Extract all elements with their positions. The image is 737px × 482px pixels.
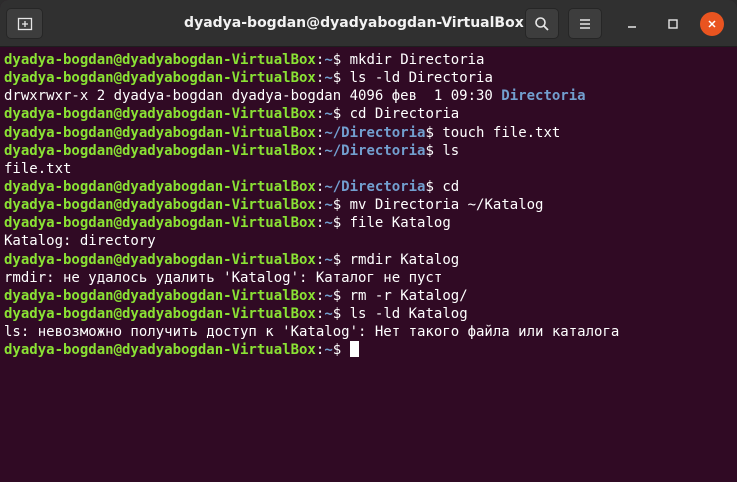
prompt-line: dyadya-bogdan@dyadyabogdan-VirtualBox:~$… xyxy=(4,105,737,123)
prompt-path: ~ xyxy=(324,342,333,359)
prompt-dollar: $ xyxy=(332,215,342,232)
output-line: Katalog: directory xyxy=(4,232,737,250)
prompt-path: ~/Directoria xyxy=(324,178,426,195)
prompt-dollar: $ xyxy=(332,251,342,268)
prompt-line: dyadya-bogdan@dyadyabogdan-VirtualBox:~$… xyxy=(4,69,737,87)
minimize-icon xyxy=(628,26,636,28)
new-tab-icon xyxy=(17,17,32,30)
prompt-path: ~/Directoria xyxy=(324,124,426,141)
prompt-user: dyadya-bogdan@dyadyabogdan-VirtualBox xyxy=(4,178,316,195)
prompt-path: ~ xyxy=(324,305,333,322)
prompt-dollar: $ xyxy=(425,124,434,141)
command-text: mv Directoria ~/Katalog xyxy=(341,197,544,214)
prompt-path: ~ xyxy=(324,70,333,87)
prompt-line: dyadya-bogdan@dyadyabogdan-VirtualBox:~$… xyxy=(4,305,737,323)
command-text: ls -ld Katalog xyxy=(341,305,468,322)
search-button[interactable] xyxy=(525,8,559,39)
output-text: file.txt xyxy=(4,160,72,177)
prompt-user: dyadya-bogdan@dyadyabogdan-VirtualBox xyxy=(4,215,316,232)
prompt-dollar: $ xyxy=(425,142,434,159)
hamburger-menu-icon xyxy=(580,18,590,29)
output-text: drwxrwxr-x 2 dyadya-bogdan dyadya-bogdan… xyxy=(4,88,502,105)
maximize-icon xyxy=(668,19,678,29)
prompt-line: dyadya-bogdan@dyadyabogdan-VirtualBox:~$… xyxy=(4,196,737,214)
prompt-user: dyadya-bogdan@dyadyabogdan-VirtualBox xyxy=(4,287,316,304)
command-text: mkdir Directoria xyxy=(341,52,485,68)
prompt-user: dyadya-bogdan@dyadyabogdan-VirtualBox xyxy=(4,342,316,359)
maximize-button[interactable] xyxy=(661,12,685,36)
output-text: ls: невозможно получить доступ к 'Katalo… xyxy=(4,324,620,341)
output-text: Katalog: directory xyxy=(4,233,156,250)
new-tab-button[interactable] xyxy=(6,8,43,39)
prompt-user: dyadya-bogdan@dyadyabogdan-VirtualBox xyxy=(4,52,316,68)
prompt-dollar: $ xyxy=(332,106,342,123)
prompt-dollar: $ xyxy=(332,197,342,214)
prompt-line: dyadya-bogdan@dyadyabogdan-VirtualBox:~$… xyxy=(4,214,737,232)
terminal-window: dyadya-bogdan@dyadyabogdan-VirtualBox: ~ xyxy=(0,0,737,482)
close-icon xyxy=(708,20,716,28)
command-text: cd xyxy=(433,178,460,195)
prompt-dollar: $ xyxy=(332,287,342,304)
search-icon xyxy=(535,16,549,31)
prompt-line: dyadya-bogdan@dyadyabogdan-VirtualBox:~$… xyxy=(4,251,737,269)
prompt-user: dyadya-bogdan@dyadyabogdan-VirtualBox xyxy=(4,251,316,268)
prompt-user: dyadya-bogdan@dyadyabogdan-VirtualBox xyxy=(4,124,316,141)
close-button[interactable] xyxy=(700,12,724,36)
window-title: dyadya-bogdan@dyadyabogdan-VirtualBox: ~ xyxy=(184,15,546,31)
output-line: ls: невозможно получить доступ к 'Katalo… xyxy=(4,323,737,341)
command-text: rmdir Katalog xyxy=(341,251,460,268)
prompt-dollar: $ xyxy=(332,342,342,359)
prompt-path: ~/Directoria xyxy=(324,142,426,159)
prompt-path: ~ xyxy=(324,52,333,68)
prompt-path: ~ xyxy=(324,215,333,232)
prompt-dollar: $ xyxy=(332,52,342,68)
prompt-user: dyadya-bogdan@dyadyabogdan-VirtualBox xyxy=(4,106,316,123)
command-text: cd Directoria xyxy=(341,106,460,123)
command-text: ls -ld Directoria xyxy=(341,70,493,87)
command-text: rm -r Katalog/ xyxy=(341,287,468,304)
prompt-dollar: $ xyxy=(332,70,342,87)
prompt-dollar: $ xyxy=(425,178,434,195)
prompt-path: ~ xyxy=(324,106,333,123)
prompt-line: dyadya-bogdan@dyadyabogdan-VirtualBox:~$… xyxy=(4,51,737,69)
prompt-user: dyadya-bogdan@dyadyabogdan-VirtualBox xyxy=(4,142,316,159)
text-cursor xyxy=(349,341,359,358)
output-line: rmdir: не удалось удалить 'Katalog': Кат… xyxy=(4,269,737,287)
prompt-user: dyadya-bogdan@dyadyabogdan-VirtualBox xyxy=(4,70,316,87)
prompt-path: ~ xyxy=(324,251,333,268)
prompt-dollar: $ xyxy=(332,305,342,322)
prompt-line: dyadya-bogdan@dyadyabogdan-VirtualBox:~/… xyxy=(4,142,737,160)
output-line: drwxrwxr-x 2 dyadya-bogdan dyadya-bogdan… xyxy=(4,87,737,105)
prompt-line: dyadya-bogdan@dyadyabogdan-VirtualBox:~/… xyxy=(4,124,737,142)
prompt-user: dyadya-bogdan@dyadyabogdan-VirtualBox xyxy=(4,305,316,322)
prompt-line: dyadya-bogdan@dyadyabogdan-VirtualBox:~$… xyxy=(4,287,737,305)
command-text: file Katalog xyxy=(341,215,451,232)
terminal-output[interactable]: dyadya-bogdan@dyadyabogdan-VirtualBox:~$… xyxy=(0,48,737,482)
output-text: rmdir: не удалось удалить 'Katalog': Кат… xyxy=(4,269,443,286)
prompt-line: dyadya-bogdan@dyadyabogdan-VirtualBox:~$ xyxy=(4,341,737,359)
prompt-path: ~ xyxy=(324,287,333,304)
directory-name: Directoria xyxy=(501,88,586,105)
title-bar: dyadya-bogdan@dyadyabogdan-VirtualBox: ~ xyxy=(0,0,737,47)
prompt-line: dyadya-bogdan@dyadyabogdan-VirtualBox:~/… xyxy=(4,178,737,196)
command-text: ls xyxy=(433,142,460,159)
minimize-button[interactable] xyxy=(620,12,644,36)
prompt-user: dyadya-bogdan@dyadyabogdan-VirtualBox xyxy=(4,197,316,214)
menu-button[interactable] xyxy=(568,8,602,39)
output-line: file.txt xyxy=(4,160,737,178)
command-text: touch file.txt xyxy=(433,124,561,141)
prompt-path: ~ xyxy=(324,197,333,214)
